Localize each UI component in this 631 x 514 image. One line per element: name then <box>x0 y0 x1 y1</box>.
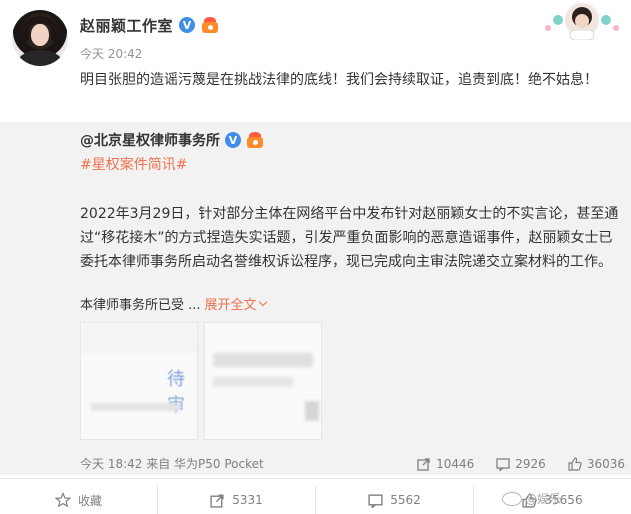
comment-count: 2926 <box>515 456 546 471</box>
repost-reposts[interactable]: 10446 <box>417 457 474 471</box>
weibo-logo-icon <box>502 491 522 506</box>
favorite-label: 收藏 <box>77 493 102 508</box>
author-row: 赵丽颖工作室 V <box>80 14 219 36</box>
repost-author-row: @北京星权律师事务所 V <box>80 130 264 150</box>
expand-label: 展开全文 <box>204 298 257 313</box>
watermark-text: @娱乐 <box>525 492 562 506</box>
comment-icon <box>496 457 510 471</box>
favorite-button[interactable]: 收藏 <box>0 486 158 514</box>
comment-count: 5562 <box>390 493 421 507</box>
repost-likes[interactable]: 36036 <box>568 457 625 471</box>
summary-text: 本律师事务所已受 ... <box>80 298 201 313</box>
vip-crown-icon <box>201 17 219 33</box>
image-thumbnail[interactable]: 待审 <box>80 322 198 440</box>
repost-body-text: 2022年3月29日，针对部分主体在网络平台中发布针对赵丽颖女士的不实言论，甚至… <box>80 206 619 270</box>
repost-summary: 本律师事务所已受 ... 展开全文 <box>80 294 267 313</box>
vip-crown-icon <box>246 132 264 148</box>
repost-meta: 今天 18:42 来自 华为P50 Pocket <box>80 457 264 471</box>
avatar[interactable] <box>12 10 68 66</box>
weibo-post: 赵丽颖工作室 V 今天 20:42 明目张胆的造谣污蔑是在挑战法律的底线！我们会… <box>0 0 631 514</box>
username[interactable]: 赵丽颖工作室 <box>80 15 173 36</box>
verified-icon: V <box>179 17 196 33</box>
retweeted-post: @北京星权律师事务所 V #星权案件简讯# 2022年3月29日，针对部分主体在… <box>0 122 631 475</box>
comment-button[interactable]: 5562 <box>316 486 474 514</box>
share-icon <box>210 493 224 508</box>
post-text: 明目张胆的造谣污蔑是在挑战法律的底线！我们会持续取证，追责到底！绝不姑息！ <box>80 72 598 88</box>
verified-icon: V <box>225 132 241 148</box>
comment-icon <box>368 493 383 508</box>
repost-author-link[interactable]: @北京星权律师事务所 <box>80 130 220 150</box>
divider <box>0 478 631 479</box>
repost-comments[interactable]: 2926 <box>496 457 546 471</box>
image-thumbnail[interactable] <box>204 322 322 440</box>
share-icon <box>417 457 430 471</box>
decoration-card-icon <box>540 0 624 40</box>
watermark: @娱乐 <box>502 490 561 507</box>
expand-full-text-button[interactable]: 展开全文 <box>204 294 267 313</box>
repost-footer: 今天 18:42 来自 华为P50 Pocket 10446 2926 3603… <box>80 455 625 472</box>
like-count: 36036 <box>586 456 625 471</box>
repost-button[interactable]: 5331 <box>158 486 316 514</box>
repost-count: 10446 <box>436 456 475 471</box>
post-time[interactable]: 今天 20:42 <box>80 45 142 62</box>
chevron-down-icon <box>258 297 267 306</box>
thumbs-up-icon <box>568 456 582 471</box>
hashtag-link[interactable]: #星权案件简讯# <box>80 154 187 174</box>
repost-count: 5331 <box>232 493 263 507</box>
star-icon <box>54 492 71 508</box>
